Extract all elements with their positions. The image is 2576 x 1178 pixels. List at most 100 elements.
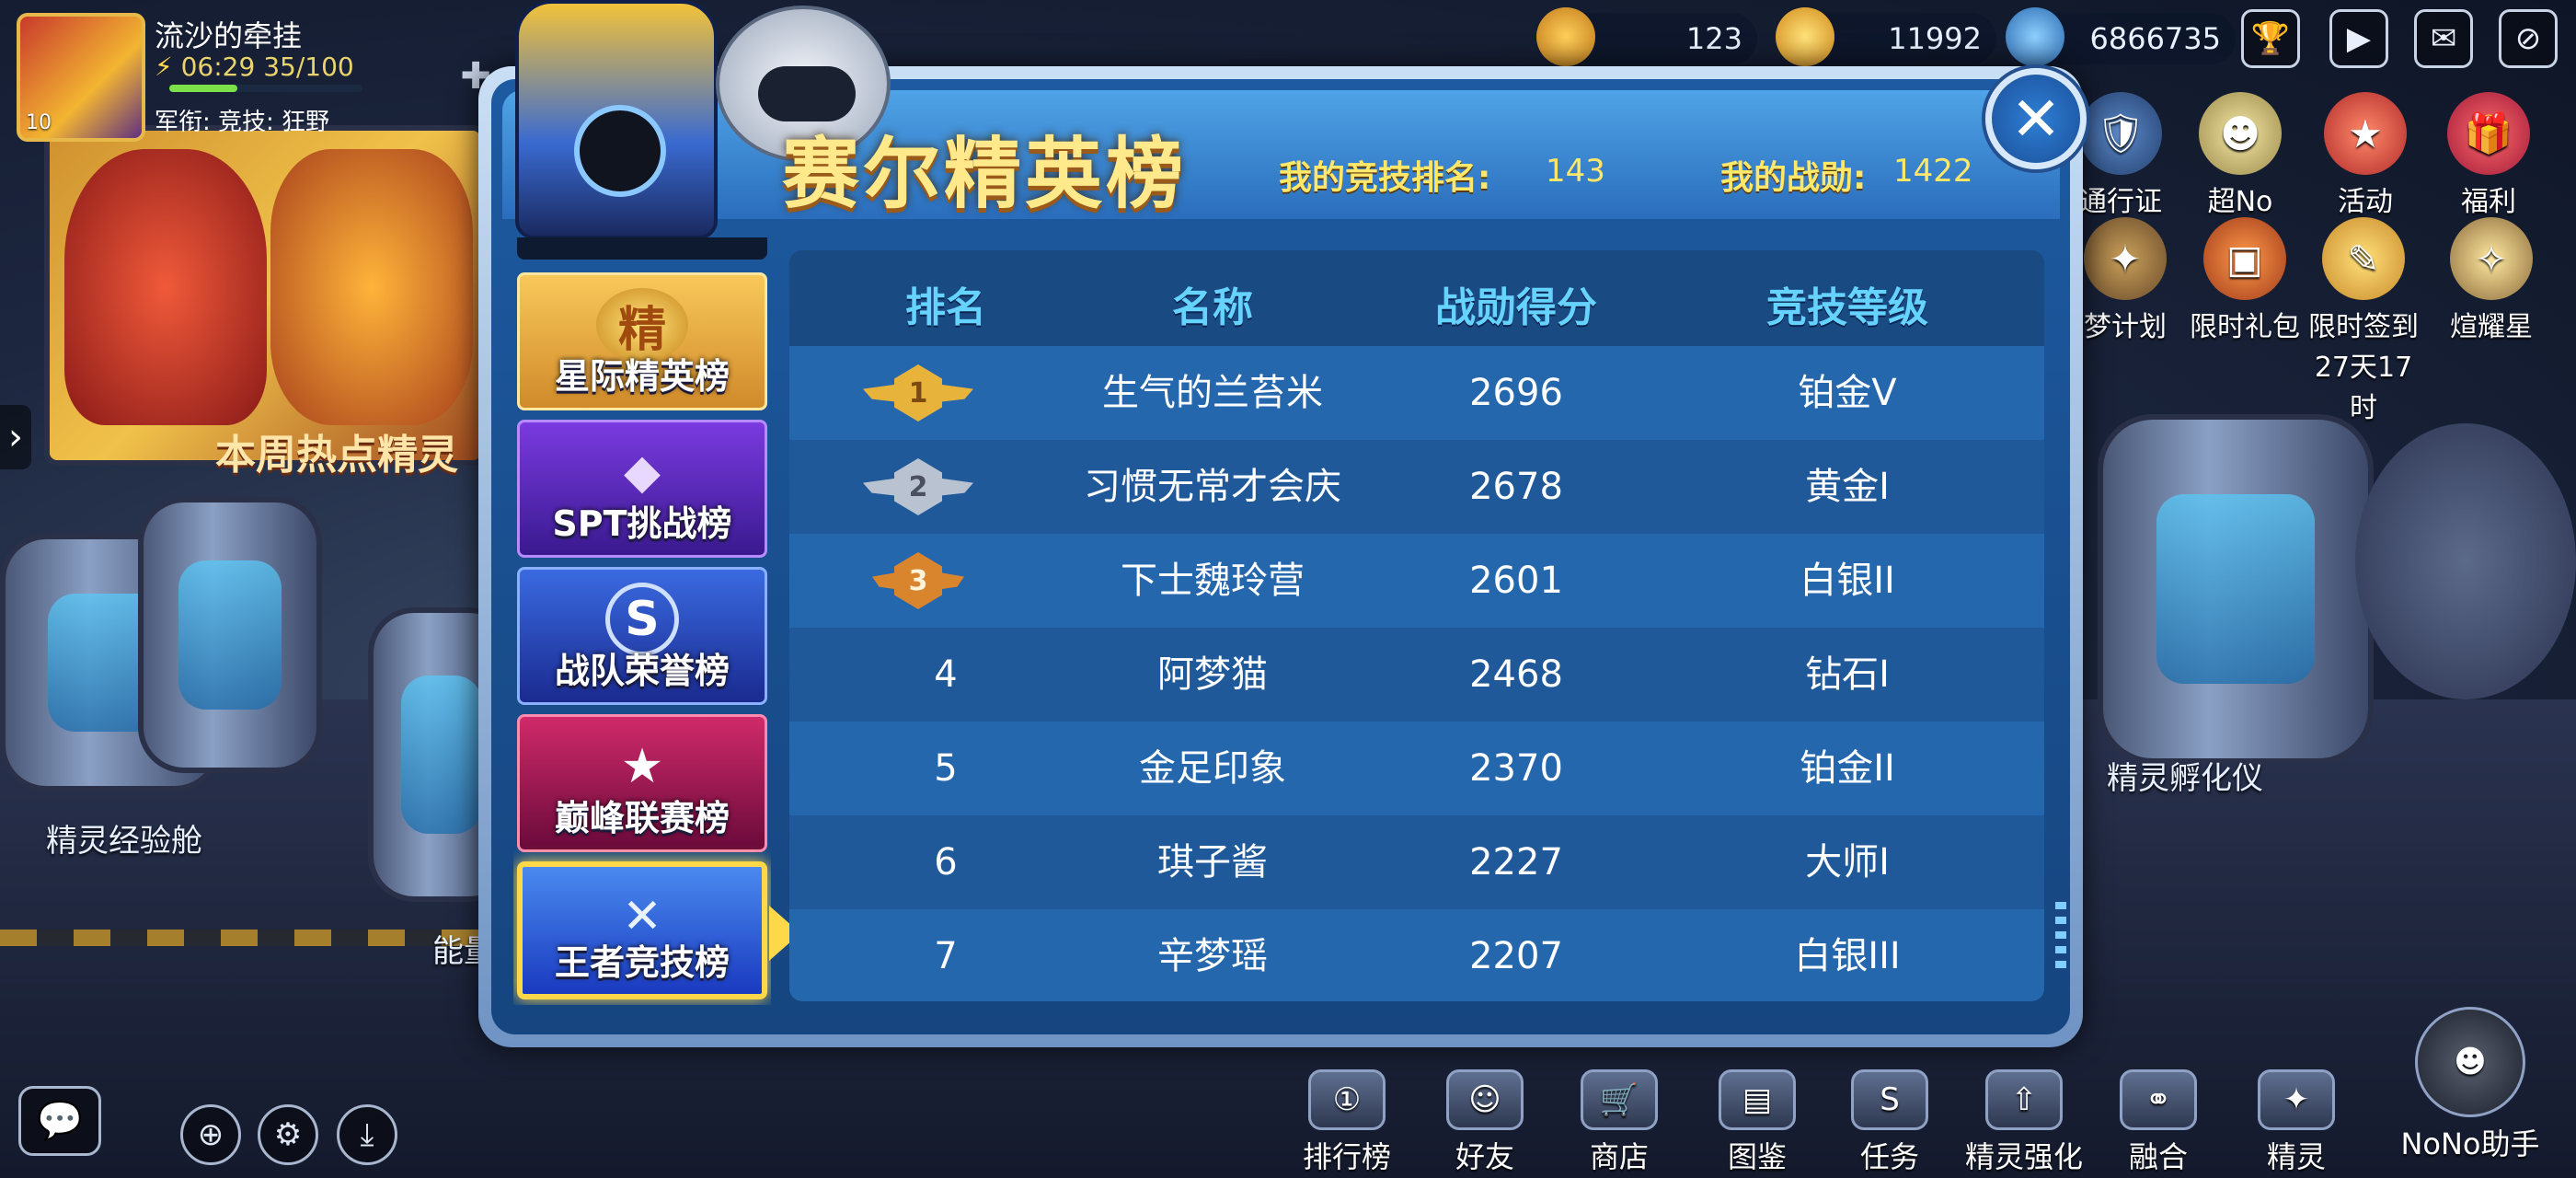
my-rank-label: 我的竞技排名: bbox=[1279, 159, 1491, 197]
resource-gold-value: 11992 bbox=[1888, 21, 1982, 56]
task-icon: S bbox=[1851, 1069, 1928, 1130]
codex-icon: ▤ bbox=[1719, 1069, 1796, 1130]
trophy-icon[interactable]: 🏆 bbox=[2241, 9, 2300, 68]
gift-box-icon: 🎁 bbox=[2447, 92, 2530, 175]
incubator-tank[interactable] bbox=[2098, 414, 2374, 764]
feature-limited-pack[interactable]: ▣ 限时礼包 bbox=[2180, 217, 2309, 344]
row-name: 习惯无常才会庆幸 bbox=[1084, 466, 1341, 602]
silver-medal-icon: 2 bbox=[863, 458, 973, 515]
nav-spirit[interactable]: ✦ 精灵 bbox=[2250, 1069, 2342, 1176]
row-score: 2227 bbox=[1469, 841, 1563, 884]
nav-shop[interactable]: 🛒 商店 bbox=[1573, 1069, 1665, 1176]
table-row[interactable]: 4 阿梦猫 2468 钻石I bbox=[789, 628, 2044, 722]
row-name: 辛梦瑶 bbox=[1157, 935, 1268, 977]
feature-limited-pack-label: 限时礼包 bbox=[2190, 311, 2300, 343]
table-row[interactable]: 3 下士魏玲营 2601 白银II bbox=[789, 534, 2044, 628]
my-merit-label: 我的战勋: bbox=[1720, 159, 1867, 197]
nav-codex[interactable]: ▤ 图鉴 bbox=[1711, 1069, 1803, 1176]
settings-gear-icon[interactable]: ⚙ bbox=[258, 1104, 318, 1165]
ranking-tab-list[interactable]: 精 星际精英榜 ◆ SPT挑战榜 S 战队荣誉榜 ★ 巅峰联赛榜 ✕ 王者竞技榜 bbox=[513, 237, 771, 1005]
expand-arrow-icon[interactable]: › bbox=[0, 405, 31, 469]
hot-spirit-panel[interactable]: 本周热点精灵 bbox=[44, 125, 486, 479]
tab-partial-top[interactable] bbox=[517, 237, 767, 260]
my-merit-value: 1422 bbox=[1893, 153, 1973, 190]
row-rank: 2 bbox=[894, 458, 942, 515]
feature-blaze-star[interactable]: ✧ 煊耀星 bbox=[2436, 217, 2547, 344]
feature-dream-plan[interactable]: ✦ 梦计划 bbox=[2070, 217, 2180, 344]
row-rank: 7 bbox=[934, 935, 958, 977]
table-row[interactable]: 7 辛梦瑶 2207 白银III bbox=[789, 909, 2044, 1001]
tab-interstellar-elite[interactable]: 精 星际精英榜 bbox=[517, 272, 767, 410]
row-name: 生气的兰苔米 bbox=[1102, 372, 1323, 414]
tab-interstellar-elite-label: 星际精英榜 bbox=[554, 356, 730, 397]
incubator-dish bbox=[2355, 423, 2576, 699]
feature-welfare[interactable]: 🎁 福利 bbox=[2438, 92, 2539, 219]
exp-cabin-tank-2[interactable] bbox=[138, 497, 322, 773]
resource-gems[interactable]: 123 bbox=[1536, 7, 1757, 66]
tab-spt-challenge[interactable]: ◆ SPT挑战榜 bbox=[517, 420, 767, 558]
hot-spirit-banner: 本周热点精灵 bbox=[215, 432, 458, 479]
header-grade: 竞技等级 bbox=[1766, 284, 1928, 331]
spirit-art-orange bbox=[270, 149, 473, 425]
tab-team-honor[interactable]: S 战队荣誉榜 bbox=[517, 567, 767, 705]
row-score: 2370 bbox=[1469, 747, 1563, 790]
table-row[interactable]: 2 习惯无常才会庆幸 2678 黄金I bbox=[789, 440, 2044, 602]
nav-enhance[interactable]: ⇧ 精灵强化 bbox=[1960, 1069, 2088, 1176]
table-row[interactable]: 1 生气的兰苔米 2696 铂金V bbox=[789, 346, 2044, 440]
nav-fusion-label: 融合 bbox=[2128, 1139, 2188, 1174]
feature-signin-countdown: 27天17时 bbox=[2314, 352, 2413, 424]
mail-icon[interactable]: ✉ bbox=[2414, 9, 2473, 68]
row-grade: 铂金V bbox=[1798, 372, 1897, 414]
row-name: 金足印象 bbox=[1139, 747, 1286, 790]
gem-chest-icon bbox=[1536, 7, 1595, 66]
crosshair-icon[interactable]: ⊕ bbox=[180, 1104, 241, 1165]
exp-cabin-label: 精灵经验舱 bbox=[46, 823, 202, 860]
player-avatar[interactable]: 10 bbox=[17, 13, 145, 142]
nav-task-label: 任务 bbox=[1859, 1139, 1919, 1174]
row-grade: 白银II bbox=[1800, 560, 1895, 602]
nav-nono-assistant[interactable]: ☻ NoNo助手 bbox=[2392, 1007, 2548, 1163]
fusion-icon: ⚭ bbox=[2120, 1069, 2197, 1130]
header-rank: 排名 bbox=[905, 284, 986, 331]
energy-bar bbox=[169, 85, 362, 92]
feature-signin[interactable]: ✎ 限时签到 27天17时 bbox=[2304, 217, 2423, 425]
row-rank: 4 bbox=[934, 653, 958, 696]
row-name: 下士魏玲营 bbox=[1121, 560, 1305, 602]
energy-bar-fill bbox=[169, 85, 237, 92]
table-row[interactable]: 6 琪子酱 2227 大师I bbox=[789, 815, 2044, 909]
tab-peak-league[interactable]: ★ 巅峰联赛榜 bbox=[517, 714, 767, 852]
feature-supernono-label: 超No bbox=[2207, 186, 2273, 218]
scroll-indicator bbox=[2055, 902, 2066, 976]
signin-icon: ✎ bbox=[2322, 217, 2405, 300]
bronze-medal-icon: 3 bbox=[863, 552, 973, 609]
download-icon[interactable]: ⤓ bbox=[337, 1104, 397, 1165]
nono-icon: ☻ bbox=[2199, 92, 2282, 175]
player-name: 流沙的牵挂 bbox=[155, 18, 303, 53]
tab-peak-league-label: 巅峰联赛榜 bbox=[554, 798, 730, 838]
feature-pass-label: 通行证 bbox=[2079, 186, 2162, 218]
blaze-star-icon: ✧ bbox=[2450, 217, 2533, 300]
mascot-face bbox=[574, 105, 666, 197]
nav-fusion[interactable]: ⚭ 融合 bbox=[2112, 1069, 2204, 1176]
row-rank: 5 bbox=[934, 747, 958, 790]
play-icon[interactable]: ▶ bbox=[2329, 9, 2388, 68]
tab-team-honor-label: 战队荣誉榜 bbox=[554, 651, 730, 691]
ranking-icon: ① bbox=[1308, 1069, 1386, 1130]
header-score: 战勋得分 bbox=[1435, 284, 1597, 331]
resource-coins[interactable]: 6866735 bbox=[2006, 7, 2236, 66]
feature-supernono[interactable]: ☻ 超No bbox=[2190, 92, 2291, 219]
resource-gold[interactable]: 11992 bbox=[1776, 7, 1996, 66]
tab-king-arena[interactable]: ✕ 王者竞技榜 bbox=[517, 861, 767, 999]
table-row[interactable]: 5 金足印象 2370 铂金II bbox=[789, 722, 2044, 815]
eye-slash-icon[interactable]: ⊘ bbox=[2499, 9, 2558, 68]
close-button[interactable]: ✕ bbox=[1985, 68, 2087, 169]
nav-task[interactable]: S 任务 bbox=[1844, 1069, 1936, 1176]
chat-icon[interactable]: 💬 bbox=[18, 1086, 101, 1156]
row-name: 琪子酱 bbox=[1157, 841, 1268, 884]
nav-ranking[interactable]: ① 排行榜 bbox=[1301, 1069, 1393, 1176]
shop-cart-icon: 🛒 bbox=[1581, 1069, 1658, 1130]
feature-activity[interactable]: ★ 活动 bbox=[2315, 92, 2416, 219]
spirit-art-red bbox=[64, 149, 267, 425]
nav-friends[interactable]: ☺ 好友 bbox=[1439, 1069, 1531, 1176]
limited-pack-icon: ▣ bbox=[2203, 217, 2286, 300]
